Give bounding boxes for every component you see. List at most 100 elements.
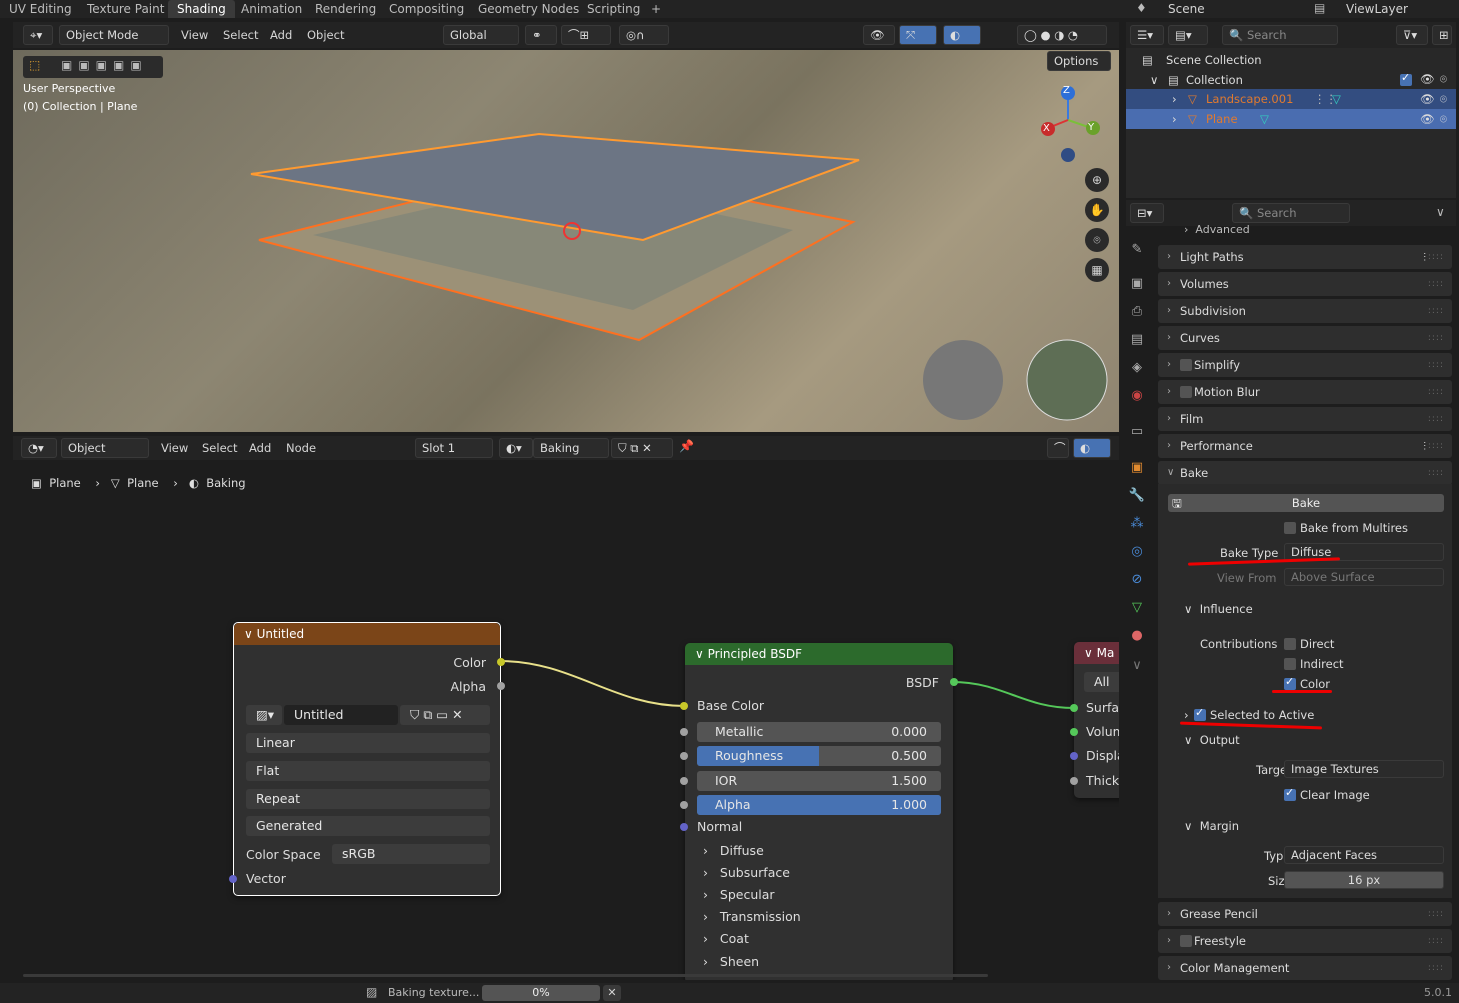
extension-dropdown[interactable]: Repeat — [246, 789, 490, 809]
shader-type-dropdown[interactable]: Object — [61, 438, 149, 458]
drag-handle-icon[interactable]: :::: — [1428, 326, 1444, 350]
panel-motion-blur[interactable]: › Motion Blur:::: — [1158, 380, 1452, 404]
panel-enable-checkbox[interactable] — [1180, 359, 1192, 371]
node-overlay-icon[interactable]: ◐ — [1073, 438, 1111, 458]
horizontal-scrollbar[interactable] — [23, 974, 988, 977]
collection-render-icon[interactable]: ⌾ — [1440, 72, 1447, 87]
panel-freestyle[interactable]: › Freestyle:::: — [1158, 929, 1452, 953]
editor-type-icon[interactable]: ⌖▾ — [23, 25, 53, 45]
displacement-socket[interactable] — [1070, 752, 1078, 760]
material-actions-icons[interactable]: ⛉ ⧉ ✕ — [611, 438, 673, 458]
node-editor-type-icon[interactable]: ◔▾ — [21, 438, 57, 458]
panel-bake[interactable]: ∨ Bake:::: — [1158, 461, 1452, 485]
properties-options-icon[interactable]: ∨ — [1436, 205, 1445, 219]
view-from-dropdown[interactable]: Above Surface — [1284, 568, 1444, 586]
tab-uv-editing[interactable]: UV Editing — [0, 0, 81, 18]
display-mode-icon[interactable]: ▤▾ — [1168, 25, 1208, 45]
plane-name[interactable]: Plane — [1206, 112, 1238, 126]
bake-button[interactable]: 🖫 Bake — [1168, 494, 1444, 512]
drag-handle-icon[interactable]: :::: — [1428, 929, 1444, 953]
tool-tab-icon[interactable]: ✎ — [1126, 242, 1148, 257]
projection-dropdown[interactable]: Flat — [246, 761, 490, 781]
collection-visibility-icon[interactable]: 👁 — [1420, 72, 1435, 86]
tab-compositing[interactable]: Compositing — [380, 0, 473, 18]
landscape-visibility-icon[interactable]: 👁 — [1420, 92, 1435, 106]
tab-shading[interactable]: Shading — [168, 0, 235, 18]
drag-handle-icon[interactable]: :::: — [1428, 956, 1444, 980]
bsdf-node-header[interactable]: ∨ Principled BSDF — [685, 643, 953, 665]
tab-geometry-nodes[interactable]: Geometry Nodes — [469, 0, 588, 18]
panel-subdivision[interactable]: › Subdivision:::: — [1158, 299, 1452, 323]
base-color-socket[interactable] — [680, 702, 688, 710]
plane-visibility-icon[interactable]: 👁 — [1420, 112, 1435, 126]
view-layer-tab-icon[interactable]: ▤ — [1126, 332, 1148, 347]
material-output-node[interactable]: ∨ Ma All Surfa Volum Displa Thick — [1070, 642, 1119, 798]
filter-icon[interactable]: ⊽▾ — [1396, 25, 1428, 45]
margin-size-field[interactable]: 16 px — [1284, 871, 1444, 889]
margin-subpanel[interactable]: ∨ Margin — [1184, 819, 1239, 833]
constraints-tab-icon[interactable]: ⊘ — [1126, 572, 1148, 587]
outliner[interactable]: ▤ Scene Collection ∨ ▤ Collection 👁 ⌾ › … — [1126, 48, 1456, 198]
color-checkbox[interactable] — [1284, 675, 1296, 690]
viewlayer-selector[interactable]: ViewLayer — [1346, 2, 1408, 16]
direct-checkbox[interactable] — [1284, 638, 1296, 650]
proportional-edit-icon[interactable]: ◎∩ — [619, 25, 669, 45]
image-texture-node[interactable]: ∨ Untitled Color Alpha ▨▾ Untitled ⛉⧉▭✕ … — [229, 622, 505, 896]
outliner-search-input[interactable]: 🔍 Search — [1222, 25, 1338, 45]
drag-handle-icon[interactable]: :::: — [1428, 461, 1444, 485]
image-browse-icon[interactable]: ▨▾ — [246, 705, 282, 725]
image-name-field[interactable]: Untitled — [284, 705, 398, 725]
color-output-socket[interactable] — [497, 658, 505, 666]
properties-search-input[interactable]: 🔍 Search — [1232, 203, 1350, 223]
gizmo-z-label[interactable]: Z — [1063, 85, 1070, 96]
principled-bsdf-node[interactable]: ∨ Principled BSDF BSDF Base Color Metall… — [680, 643, 958, 980]
alpha-field[interactable]: Alpha 1.000 — [697, 795, 941, 815]
expand-icon[interactable]: › — [1172, 92, 1177, 106]
panel-simplify[interactable]: › Simplify:::: — [1158, 353, 1452, 377]
node-menu-select[interactable]: Select — [202, 438, 237, 458]
panel-sheen[interactable]: › Sheen — [703, 954, 759, 969]
panel-performance[interactable]: › Performance ⫶:::: — [1158, 434, 1452, 458]
volume-socket[interactable] — [1070, 728, 1078, 736]
presets-icon[interactable]: ⫶ — [1423, 245, 1426, 269]
selected-to-active-expand-icon[interactable]: › — [1184, 708, 1189, 722]
panel-film[interactable]: › Film:::: — [1158, 407, 1452, 431]
expand-icon[interactable]: › — [1172, 112, 1177, 126]
panel-diffuse[interactable]: › Diffuse — [703, 843, 764, 858]
image-node-header[interactable]: ∨ Untitled — [234, 623, 500, 645]
panel-coat[interactable]: › Coat — [703, 931, 749, 946]
outliner-type-icon[interactable]: ☰▾ — [1130, 25, 1164, 45]
drag-handle-icon[interactable]: :::: — [1428, 380, 1444, 404]
drag-handle-icon[interactable]: :::: — [1428, 353, 1444, 377]
new-collection-icon[interactable]: ⊞ — [1432, 25, 1452, 45]
menu-select[interactable]: Select — [223, 25, 258, 45]
shading-mode-icons[interactable]: ◯ ● ◑ ◔ — [1017, 25, 1107, 45]
pan-hand-icon[interactable]: ✋ — [1085, 198, 1109, 222]
output-tab-icon[interactable]: ⎙ — [1126, 304, 1148, 319]
material-name-field[interactable]: Baking — [533, 438, 609, 458]
normal-socket[interactable] — [680, 823, 688, 831]
scene-tab-icon[interactable]: ◈ — [1126, 360, 1148, 375]
surface-socket[interactable] — [1070, 704, 1078, 712]
overlay-toggle-icon[interactable]: ◐ — [943, 25, 981, 45]
transform-orientation-dropdown[interactable]: Global — [443, 25, 519, 45]
collection-exclude-checkbox[interactable] — [1400, 71, 1412, 86]
drag-handle-icon[interactable]: :::: — [1428, 245, 1444, 269]
landscape-name[interactable]: Landscape.001 — [1206, 92, 1293, 106]
properties-type-icon[interactable]: ⊟▾ — [1130, 203, 1164, 223]
roughness-field[interactable]: Roughness 0.500 — [697, 746, 941, 766]
scene-selector[interactable]: Scene — [1168, 2, 1205, 16]
particles-tab-icon[interactable]: ⁂ — [1126, 516, 1148, 531]
modifier-tab-icon[interactable]: 🔧 — [1126, 488, 1148, 503]
panel-color-management[interactable]: › Color Management:::: — [1158, 956, 1452, 980]
drag-handle-icon[interactable]: :::: — [1428, 299, 1444, 323]
physics-tab-icon[interactable]: ◎ — [1126, 544, 1148, 559]
panel-volumes[interactable]: › Volumes:::: — [1158, 272, 1452, 296]
alpha-socket[interactable] — [680, 801, 688, 809]
panel-subsurface[interactable]: › Subsurface — [703, 865, 790, 880]
panel-curves[interactable]: › Curves:::: — [1158, 326, 1452, 350]
grid-icon[interactable]: ▦ — [1085, 258, 1109, 282]
menu-add[interactable]: Add — [270, 25, 292, 45]
menu-view[interactable]: View — [181, 25, 208, 45]
indirect-checkbox[interactable] — [1284, 658, 1296, 670]
